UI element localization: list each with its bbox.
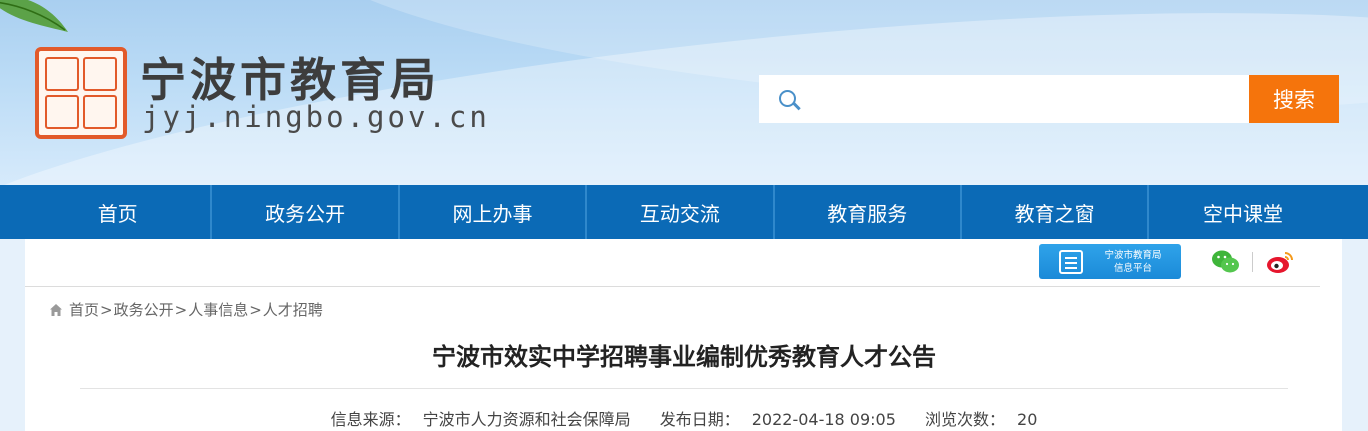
- site-url: jyj.ningbo.gov.cn: [142, 100, 490, 134]
- breadcrumb-item-government-affairs[interactable]: 政务公开: [114, 299, 174, 320]
- seal-logo-icon: [35, 47, 127, 139]
- platform-label-line2: 信息平台: [1113, 262, 1152, 274]
- article-title: 宁波市效实中学招聘事业编制优秀教育人才公告: [432, 343, 936, 371]
- panel-divider: [25, 286, 1320, 287]
- breadcrumb: 首页 > 政务公开 > 人事信息 > 人才招聘: [49, 299, 323, 320]
- nav-item-education-services[interactable]: 教育服务: [775, 185, 962, 239]
- breadcrumb-item-recruitment[interactable]: 人才招聘: [263, 299, 323, 320]
- document-icon: [1059, 249, 1083, 274]
- date-value: 2022-04-18 09:05: [751, 410, 896, 429]
- title-divider: [80, 388, 1288, 389]
- search-button[interactable]: 搜索: [1249, 75, 1339, 123]
- weibo-icon[interactable]: [1265, 249, 1295, 275]
- source-value: 宁波市人力资源和社会保障局: [422, 410, 631, 429]
- home-icon: [50, 303, 62, 316]
- wechat-icon[interactable]: [1211, 249, 1240, 275]
- platform-label-line1: 宁波市教育局: [1104, 249, 1162, 261]
- nav-item-education-window[interactable]: 教育之窗: [962, 185, 1150, 239]
- nav-item-air-classroom[interactable]: 空中课堂: [1149, 185, 1336, 239]
- search-icon: [759, 75, 805, 123]
- site-header: 宁波市教育局 jyj.ningbo.gov.cn 搜索: [0, 0, 1368, 185]
- info-platform-button[interactable]: 宁波市教育局 信息平台: [1039, 244, 1181, 279]
- search-box: 搜索: [759, 75, 1339, 123]
- breadcrumb-item-personnel[interactable]: 人事信息: [188, 299, 248, 320]
- article-meta: 信息来源： 宁波市人力资源和社会保障局 发布日期： 2022-04-18 09:05…: [0, 406, 1368, 430]
- breadcrumb-separator: >: [100, 300, 113, 319]
- breadcrumb-item-home[interactable]: 首页: [69, 299, 99, 320]
- views-value: 20: [1017, 410, 1038, 429]
- nav-item-government-affairs[interactable]: 政务公开: [212, 185, 400, 239]
- search-input[interactable]: [805, 75, 1249, 123]
- date-label: 发布日期：: [659, 410, 740, 429]
- breadcrumb-separator: >: [174, 300, 188, 319]
- views-label: 浏览次数：: [925, 410, 1006, 429]
- breadcrumb-separator: >: [249, 300, 262, 319]
- source-label: 信息来源：: [330, 410, 411, 429]
- icon-divider: [1252, 252, 1253, 272]
- nav-item-online-services[interactable]: 网上办事: [400, 185, 588, 239]
- main-nav: 首页 政务公开 网上办事 互动交流 教育服务 教育之窗 空中课堂: [0, 185, 1368, 239]
- nav-item-home[interactable]: 首页: [25, 185, 213, 239]
- nav-item-interaction[interactable]: 互动交流: [587, 185, 775, 239]
- leaf-decoration-icon: [0, 0, 68, 32]
